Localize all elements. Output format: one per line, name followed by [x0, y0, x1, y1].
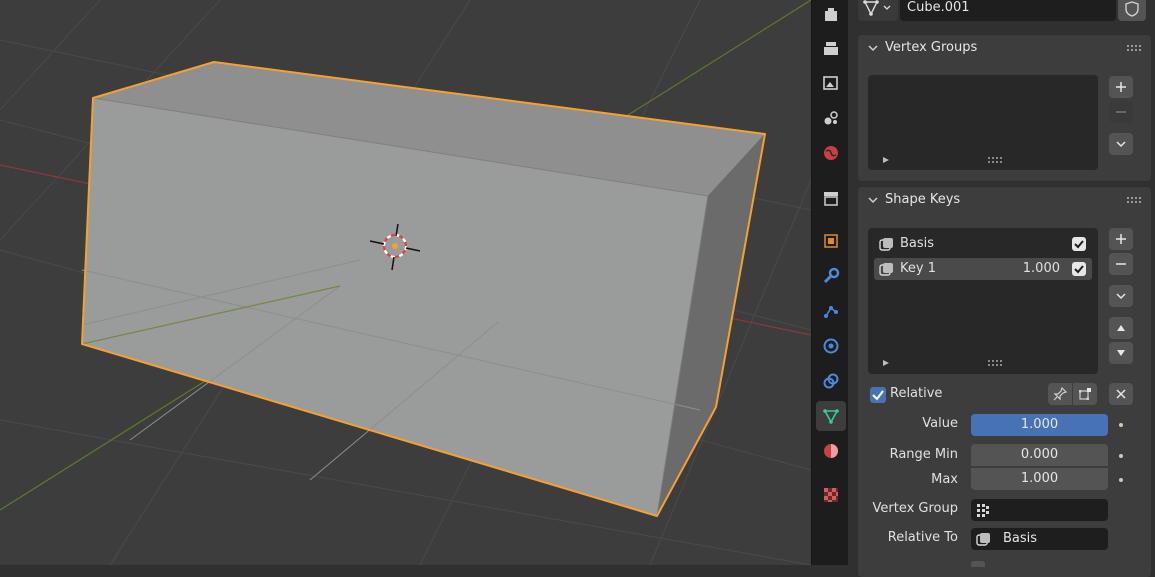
plus-icon — [1116, 234, 1126, 244]
relative-to-label: Relative To — [887, 530, 958, 545]
keyframe-dot-icon[interactable] — [1119, 454, 1123, 458]
play-triangle-icon[interactable] — [882, 156, 890, 164]
shape-key-name: Key 1 — [900, 261, 936, 276]
shape-key-icon — [879, 263, 893, 276]
vertex-group-field[interactable] — [971, 499, 1108, 521]
properties-tab-bar — [811, 0, 849, 565]
texture-icon[interactable] — [816, 480, 846, 510]
relative-checkbox[interactable] — [870, 387, 886, 403]
range-min-field[interactable]: 0.000 — [971, 444, 1108, 466]
checkmark-icon — [1074, 265, 1084, 274]
constraints-icon[interactable] — [816, 366, 846, 396]
shape-key-icon — [879, 238, 893, 251]
physics-icon[interactable] — [816, 331, 846, 361]
range-max-value: 1.000 — [1020, 471, 1059, 486]
chevron-down-icon — [868, 197, 878, 204]
drag-grip-icon[interactable] — [1127, 45, 1141, 51]
chevron-down-icon — [1116, 293, 1126, 300]
shape-keys-panel: Shape Keys Basis Key 1 1.000 Relative Va… — [858, 187, 1151, 577]
value-label: Value — [922, 416, 958, 431]
play-triangle-icon[interactable] — [882, 359, 890, 367]
object-icon[interactable] — [816, 226, 846, 256]
shape-key-mute-checkbox[interactable] — [1072, 237, 1086, 251]
list-item[interactable]: Basis — [874, 233, 1092, 255]
keyframe-dot-icon[interactable] — [1119, 478, 1123, 482]
mesh-name: Cube.001 — [907, 0, 970, 15]
vertex-groups-panel: Vertex Groups — [858, 35, 1151, 181]
chevron-down-icon — [1116, 141, 1126, 148]
triangle-down-icon — [1117, 350, 1125, 356]
relative-label[interactable]: Relative — [890, 386, 942, 401]
remove-vertex-group-button[interactable] — [1109, 101, 1133, 123]
range-min-value: 0.000 — [1020, 447, 1059, 462]
shield-icon — [1125, 1, 1139, 17]
move-down-button[interactable] — [1109, 342, 1133, 364]
close-icon — [1116, 389, 1126, 399]
mesh-data-icon — [863, 0, 891, 16]
shape-key-edit-mode-button[interactable] — [1073, 383, 1097, 405]
add-vertex-group-button[interactable] — [1109, 76, 1133, 98]
checkmark-icon — [872, 390, 884, 401]
vertex-group-icon — [977, 504, 989, 517]
edit-mode-icon — [1079, 388, 1091, 400]
shape-key-value[interactable]: 1.000 — [1023, 261, 1060, 276]
next-option-checkbox[interactable] — [971, 561, 985, 567]
chevron-down-icon — [868, 45, 878, 52]
checkmark-icon — [1074, 240, 1084, 249]
mesh-name-field[interactable]: Cube.001 — [900, 0, 1116, 21]
3d-viewport[interactable] — [0, 0, 811, 565]
add-shape-key-button[interactable] — [1109, 228, 1133, 250]
world-icon[interactable] — [816, 138, 846, 168]
panel-title: Vertex Groups — [885, 40, 978, 55]
minus-icon — [1116, 263, 1126, 265]
drag-grip-icon[interactable] — [1127, 197, 1141, 203]
move-up-button[interactable] — [1109, 317, 1133, 339]
properties-editor: Cube.001 Vertex Groups Shape Keys Basis … — [848, 0, 1155, 577]
pin-icon — [1053, 387, 1067, 401]
data-icon[interactable] — [816, 401, 846, 431]
minus-icon — [1116, 111, 1126, 113]
relative-to-value: Basis — [1003, 531, 1038, 546]
modifier-icon[interactable] — [816, 261, 846, 291]
output-icon[interactable] — [816, 68, 846, 98]
shape-key-icon — [976, 533, 990, 546]
max-label: Max — [931, 472, 958, 487]
value-field-text: 1.000 — [1020, 417, 1059, 432]
material-icon[interactable] — [816, 436, 846, 466]
plus-icon — [1116, 82, 1126, 92]
relative-to-field[interactable]: Basis — [971, 528, 1108, 550]
list-item[interactable]: Key 1 1.000 — [874, 258, 1092, 280]
vertex-group-specials-button[interactable] — [1109, 133, 1133, 155]
collection-icon[interactable] — [816, 183, 846, 213]
remove-shape-key-button[interactable] — [1109, 253, 1133, 275]
list-resize-grip-icon[interactable] — [988, 360, 1002, 366]
shape-keys-list[interactable]: Basis Key 1 1.000 — [868, 228, 1098, 374]
particles-icon[interactable] — [816, 296, 846, 326]
mesh-data-selector[interactable] — [858, 0, 898, 21]
fake-user-button[interactable] — [1118, 0, 1146, 21]
tool-icon[interactable] — [816, 0, 846, 30]
panel-title: Shape Keys — [885, 192, 961, 207]
shape-key-specials-button[interactable] — [1109, 285, 1133, 307]
range-max-field[interactable]: 1.000 — [971, 468, 1108, 490]
render-icon[interactable] — [816, 33, 846, 63]
vertex-groups-header[interactable]: Vertex Groups — [858, 35, 1151, 63]
viewport-scene[interactable] — [0, 0, 811, 565]
view-layer-icon[interactable] — [816, 103, 846, 133]
keyframe-dot-icon[interactable] — [1119, 423, 1123, 427]
triangle-up-icon — [1117, 325, 1125, 331]
vertex-group-label: Vertex Group — [872, 501, 959, 516]
clear-shape-keys-button[interactable] — [1109, 383, 1133, 405]
list-resize-grip-icon[interactable] — [988, 157, 1002, 163]
vertex-groups-list[interactable] — [868, 75, 1098, 170]
shape-key-name: Basis — [900, 236, 935, 251]
range-min-label: Range Min — [889, 447, 958, 462]
shape-key-pin-button[interactable] — [1048, 383, 1072, 405]
shape-keys-header[interactable]: Shape Keys — [858, 187, 1151, 215]
shape-key-mute-checkbox[interactable] — [1072, 262, 1086, 276]
value-slider[interactable]: 1.000 — [971, 414, 1108, 436]
